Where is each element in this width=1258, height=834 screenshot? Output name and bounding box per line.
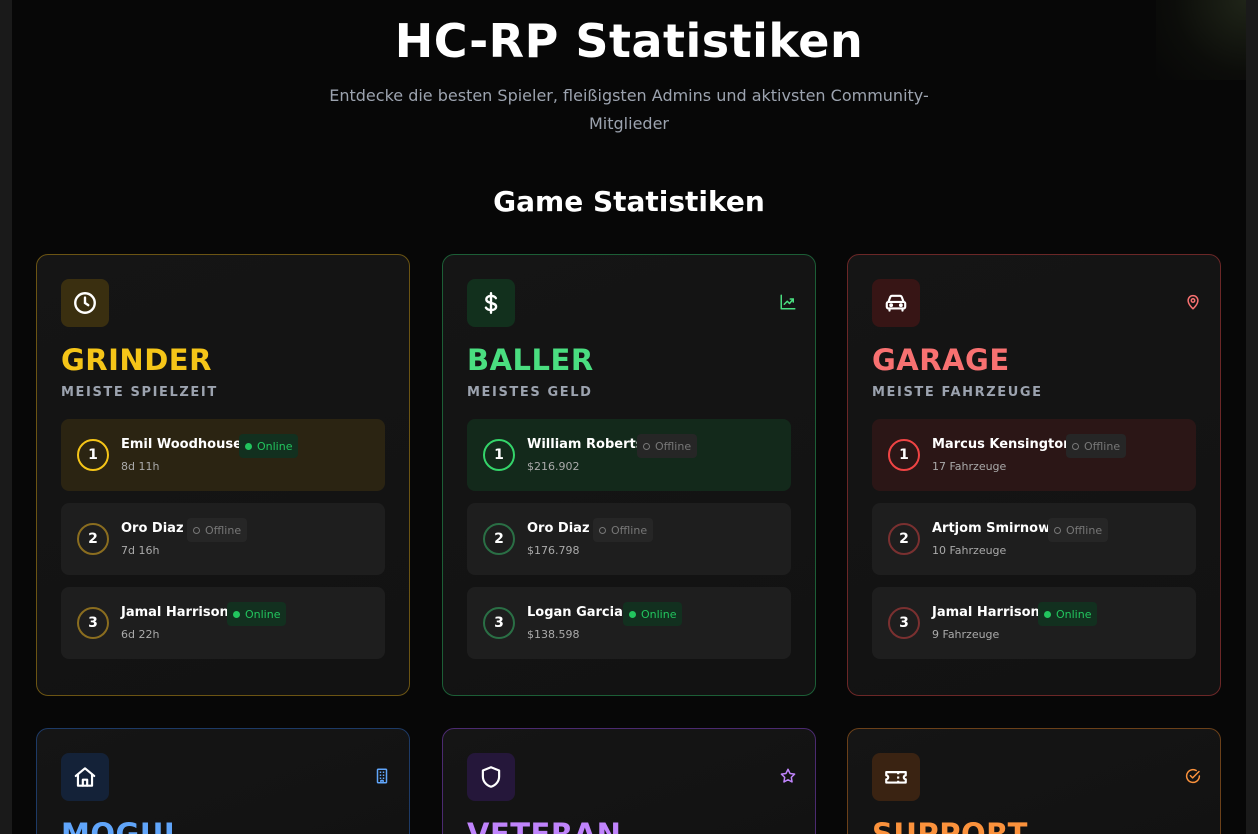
- dollar-icon: [467, 279, 515, 327]
- star-icon: [780, 768, 796, 783]
- leaderboard-entry[interactable]: 2 Oro Diaz Offline $176.798: [467, 503, 791, 575]
- offline-dot-icon: [193, 526, 200, 534]
- card-title: MOGUL: [61, 817, 183, 834]
- status-badge: Offline: [187, 518, 248, 542]
- ticket-icon: [872, 753, 920, 801]
- leaderboard-entry[interactable]: 1 William Roberts Offline $216.902: [467, 419, 791, 491]
- card-title: GRINDER: [61, 343, 212, 377]
- leaderboard-entry[interactable]: 3 Logan Garcia Online $138.598: [467, 587, 791, 659]
- online-dot-icon: [629, 610, 636, 618]
- rank-badge: 2: [77, 523, 109, 555]
- player-name: Logan Garcia: [527, 605, 623, 620]
- stat-card-grinder: GRINDER MEISTE SPIELZEIT 1 Emil Woodhous…: [36, 254, 410, 696]
- stat-card-baller: BALLER MEISTES GELD 1 William Roberts Of…: [442, 254, 816, 696]
- stat-card-mogul: MOGUL: [36, 728, 410, 834]
- player-name: Emil Woodhouse: [121, 437, 242, 452]
- building-icon: [376, 768, 388, 784]
- player-name: Oro Diaz: [527, 521, 590, 536]
- card-title: VETERAN: [467, 817, 622, 834]
- check-circle-icon: [1185, 768, 1201, 784]
- rank-badge: 1: [77, 439, 109, 471]
- player-value: $216.902: [527, 460, 580, 473]
- card-title: BALLER: [467, 343, 594, 377]
- rank-badge: 3: [77, 607, 109, 639]
- online-dot-icon: [245, 442, 252, 450]
- map-pin-icon: [1187, 294, 1199, 310]
- player-name: Marcus Kensington: [932, 437, 1073, 452]
- stat-card-veteran: VETERAN: [442, 728, 816, 834]
- player-value: 6d 22h: [121, 628, 160, 641]
- section-title: Game Statistiken: [493, 185, 765, 218]
- card-title: GARAGE: [872, 343, 1010, 377]
- card-subtitle: MEISTE SPIELZEIT: [61, 385, 218, 400]
- status-badge: Offline: [637, 434, 698, 458]
- leaderboard-entry[interactable]: 1 Emil Woodhouse Online 8d 11h: [61, 419, 385, 491]
- page-subtitle: Entdecke die besten Spieler, fleißigsten…: [329, 86, 929, 133]
- leaderboard-entry[interactable]: 3 Jamal Harrison Online 9 Fahrzeuge: [872, 587, 1196, 659]
- rank-badge: 1: [483, 439, 515, 471]
- player-value: $138.598: [527, 628, 580, 641]
- stat-card-garage: GARAGE MEISTE FAHRZEUGE 1 Marcus Kensing…: [847, 254, 1221, 696]
- status-badge: Online: [623, 602, 683, 626]
- card-subtitle: MEISTE FAHRZEUGE: [872, 385, 1043, 400]
- status-badge: Offline: [593, 518, 654, 542]
- offline-dot-icon: [599, 526, 606, 534]
- car-icon: [872, 279, 920, 327]
- house-icon: [61, 753, 109, 801]
- status-badge: Offline: [1048, 518, 1109, 542]
- status-badge: Online: [227, 602, 287, 626]
- page: HC-RP Statistiken Entdecke die besten Sp…: [12, 0, 1246, 834]
- player-value: 9 Fahrzeuge: [932, 628, 1000, 641]
- rank-badge: 3: [483, 607, 515, 639]
- rank-badge: 3: [888, 607, 920, 639]
- player-value: 17 Fahrzeuge: [932, 460, 1007, 473]
- online-dot-icon: [233, 610, 240, 618]
- player-value: 10 Fahrzeuge: [932, 544, 1007, 557]
- offline-dot-icon: [1054, 526, 1061, 534]
- player-value: $176.798: [527, 544, 580, 557]
- card-title: SUPPORT: [872, 817, 1028, 834]
- offline-dot-icon: [1072, 442, 1079, 450]
- player-name: Artjom Smirnow: [932, 521, 1051, 536]
- online-dot-icon: [1044, 610, 1051, 618]
- leaderboard-entry[interactable]: 1 Marcus Kensington Offline 17 Fahrzeuge: [872, 419, 1196, 491]
- rank-badge: 2: [888, 523, 920, 555]
- player-name: Oro Diaz: [121, 521, 184, 536]
- leaderboard-entry[interactable]: 3 Jamal Harrison Online 6d 22h: [61, 587, 385, 659]
- leaderboard-entry[interactable]: 2 Artjom Smirnow Offline 10 Fahrzeuge: [872, 503, 1196, 575]
- status-badge: Online: [239, 434, 299, 458]
- leaderboard-entry[interactable]: 2 Oro Diaz Offline 7d 16h: [61, 503, 385, 575]
- clock-icon: [61, 279, 109, 327]
- shield-icon: [467, 753, 515, 801]
- rank-badge: 2: [483, 523, 515, 555]
- player-name: Jamal Harrison: [932, 605, 1040, 620]
- offline-dot-icon: [643, 442, 650, 450]
- player-name: Jamal Harrison: [121, 605, 229, 620]
- player-name: William Roberts: [527, 437, 644, 452]
- card-subtitle: MEISTES GELD: [467, 385, 593, 400]
- page-title: HC-RP Statistiken: [394, 14, 864, 68]
- player-value: 8d 11h: [121, 460, 160, 473]
- rank-badge: 1: [888, 439, 920, 471]
- trending-chart-icon: [780, 294, 796, 310]
- status-badge: Online: [1038, 602, 1098, 626]
- status-badge: Offline: [1066, 434, 1127, 458]
- stat-card-support: SUPPORT: [847, 728, 1221, 834]
- player-value: 7d 16h: [121, 544, 160, 557]
